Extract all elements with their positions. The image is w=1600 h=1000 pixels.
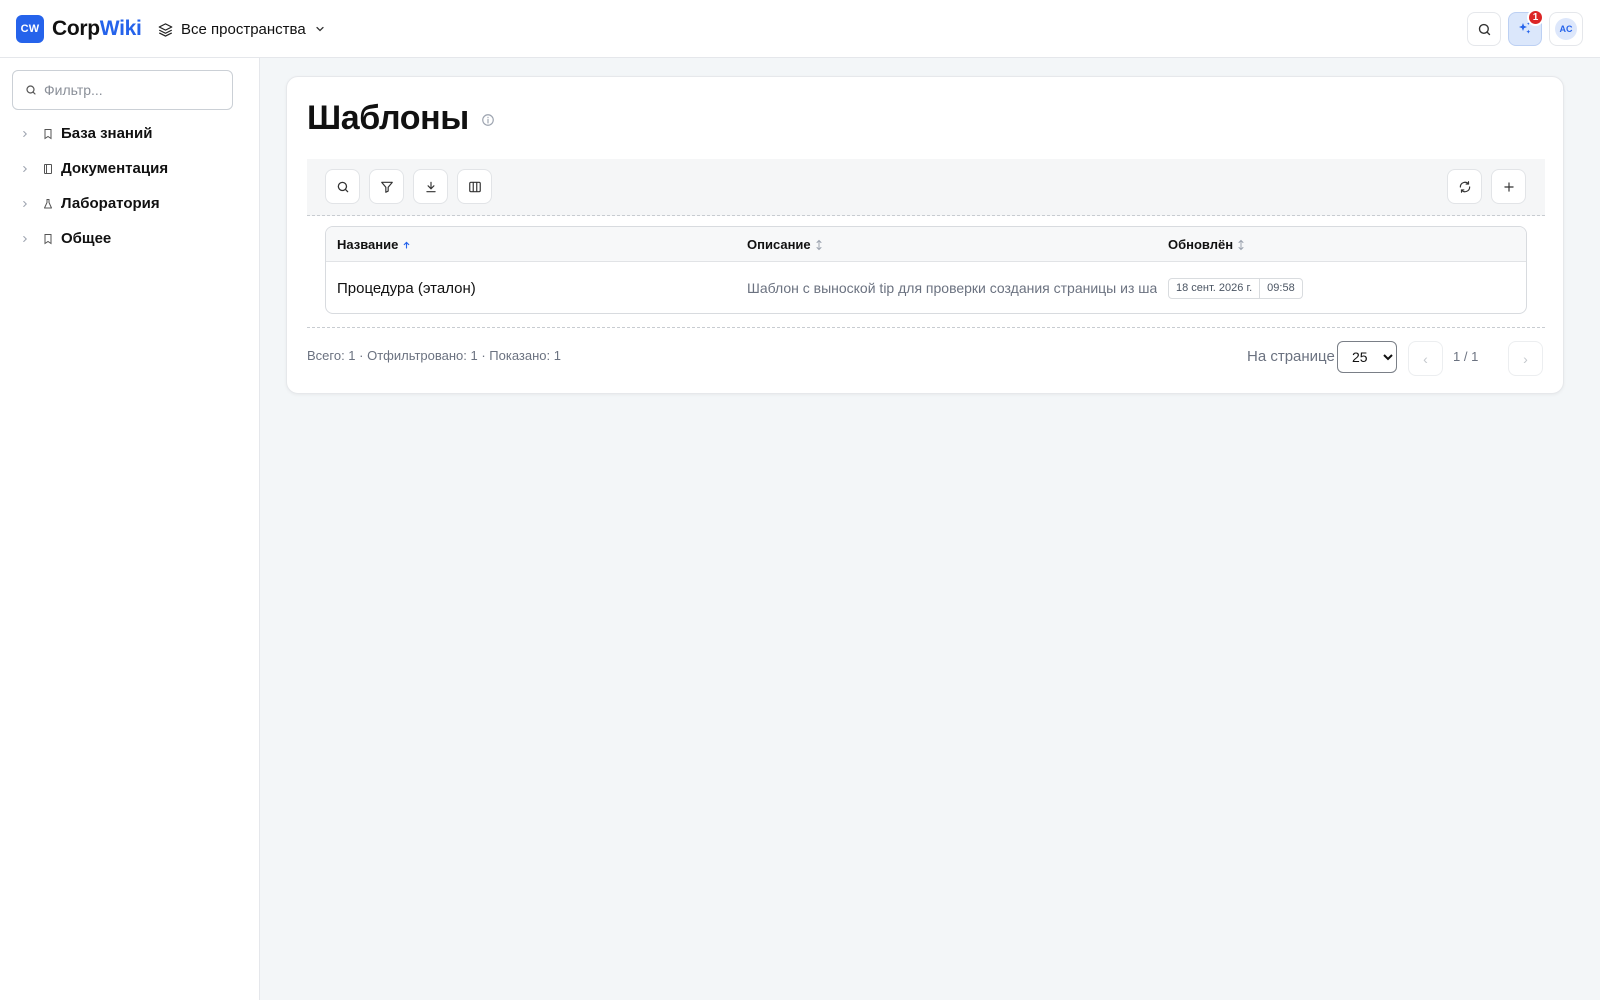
sidebar-item-general[interactable]: Общее: [0, 221, 258, 256]
next-page-button[interactable]: ›: [1508, 341, 1543, 376]
book-icon: [42, 128, 54, 140]
sidebar-item-label: Лаборатория: [61, 195, 160, 212]
sidebar: База знаний Документация Лаборатория Общ…: [0, 58, 260, 1000]
template-description: Шаблон с выноской tip для проверки созда…: [747, 280, 1157, 296]
layers-icon: [158, 22, 173, 37]
download-icon: [424, 180, 438, 194]
updated-time: 09:58: [1259, 278, 1302, 298]
sidebar-item-label: Общее: [61, 230, 112, 247]
templates-card: Шаблоны Название Описание Обновлён Проце…: [286, 76, 1564, 394]
notebook-icon: [42, 163, 54, 175]
export-button[interactable]: [413, 169, 448, 204]
refresh-button[interactable]: [1447, 169, 1482, 204]
avatar: AC: [1555, 18, 1577, 40]
chevron-right-icon[interactable]: [20, 199, 30, 209]
sidebar-item-documentation[interactable]: Документация: [0, 151, 258, 186]
sort-ascending-icon: [402, 240, 411, 250]
title-row: Шаблоны: [307, 99, 495, 138]
ai-assistant-button[interactable]: 1: [1508, 9, 1544, 46]
add-template-button[interactable]: [1491, 169, 1526, 204]
logo-badge: CW: [16, 15, 44, 43]
column-header-description[interactable]: Описание: [747, 227, 823, 262]
columns-icon: [468, 180, 482, 194]
filter-icon: [380, 180, 394, 194]
space-selector-label: Все пространства: [181, 20, 306, 38]
column-header-label: Название: [337, 237, 399, 252]
sidebar-item-label: База знаний: [61, 125, 153, 142]
sidebar-item-knowledge-base[interactable]: База знаний: [0, 116, 258, 151]
templates-table: Название Описание Обновлён Процедура (эт…: [325, 226, 1527, 314]
chevron-down-icon: [314, 23, 326, 35]
table-row[interactable]: Процедура (эталон) Шаблон с выноской tip…: [326, 262, 1526, 313]
chevron-right-icon[interactable]: [20, 234, 30, 244]
updated-datetime-chip: 18 сент. 2026 г. 09:58: [1168, 277, 1303, 299]
logo[interactable]: CW CorpWiki: [16, 15, 142, 43]
per-page-label: На странице: [1247, 348, 1335, 365]
sort-icon: [815, 239, 823, 251]
chevron-right-icon[interactable]: [20, 164, 30, 174]
notification-badge: 1: [1527, 9, 1544, 26]
sort-icon: [1237, 239, 1245, 251]
table-header: Название Описание Обновлён: [326, 227, 1526, 262]
logo-text-wiki: Wiki: [99, 17, 142, 40]
updated-cell: 18 сент. 2026 г. 09:58: [1168, 262, 1303, 313]
table-footer: Всего: 1 · Отфильтровано: 1 · Показано: …: [307, 327, 1545, 376]
table-toolbar: [307, 159, 1545, 216]
plus-icon: [1502, 180, 1516, 194]
sidebar-filter[interactable]: [12, 70, 233, 110]
space-tree: База знаний Документация Лаборатория Общ…: [0, 116, 258, 256]
filter-button[interactable]: [369, 169, 404, 204]
sidebar-filter-input[interactable]: [44, 82, 224, 98]
space-selector[interactable]: Все пространства: [158, 16, 326, 42]
column-header-label: Описание: [747, 237, 811, 252]
column-header-updated[interactable]: Обновлён: [1168, 227, 1245, 262]
chevron-right-icon[interactable]: [20, 129, 30, 139]
top-bar: CW CorpWiki Все пространства 1 AC: [0, 0, 1600, 58]
user-menu-button[interactable]: AC: [1549, 12, 1583, 46]
search-button[interactable]: [1467, 12, 1501, 46]
per-page-select[interactable]: 25: [1337, 341, 1397, 373]
search-icon: [1477, 22, 1492, 37]
sidebar-item-laboratory[interactable]: Лаборатория: [0, 186, 258, 221]
row-counts: Всего: 1 · Отфильтровано: 1 · Показано: …: [307, 348, 561, 363]
template-name[interactable]: Процедура (эталон): [337, 262, 476, 313]
flask-icon: [42, 198, 54, 210]
logo-text: CorpWiki: [52, 17, 142, 41]
refresh-icon: [1458, 180, 1472, 194]
search-icon: [25, 84, 37, 96]
column-header-name[interactable]: Название: [337, 227, 411, 262]
book-icon: [42, 233, 54, 245]
info-icon[interactable]: [481, 113, 495, 127]
search-icon: [336, 180, 350, 194]
prev-page-button[interactable]: ‹: [1408, 341, 1443, 376]
column-header-label: Обновлён: [1168, 237, 1234, 252]
page-title: Шаблоны: [307, 99, 469, 137]
sidebar-item-label: Документация: [61, 160, 169, 177]
page-indicator: 1 / 1: [1453, 349, 1479, 364]
columns-button[interactable]: [457, 169, 492, 204]
logo-text-corp: Corp: [52, 17, 100, 40]
updated-date: 18 сент. 2026 г.: [1176, 282, 1253, 294]
search-button[interactable]: [325, 169, 360, 204]
